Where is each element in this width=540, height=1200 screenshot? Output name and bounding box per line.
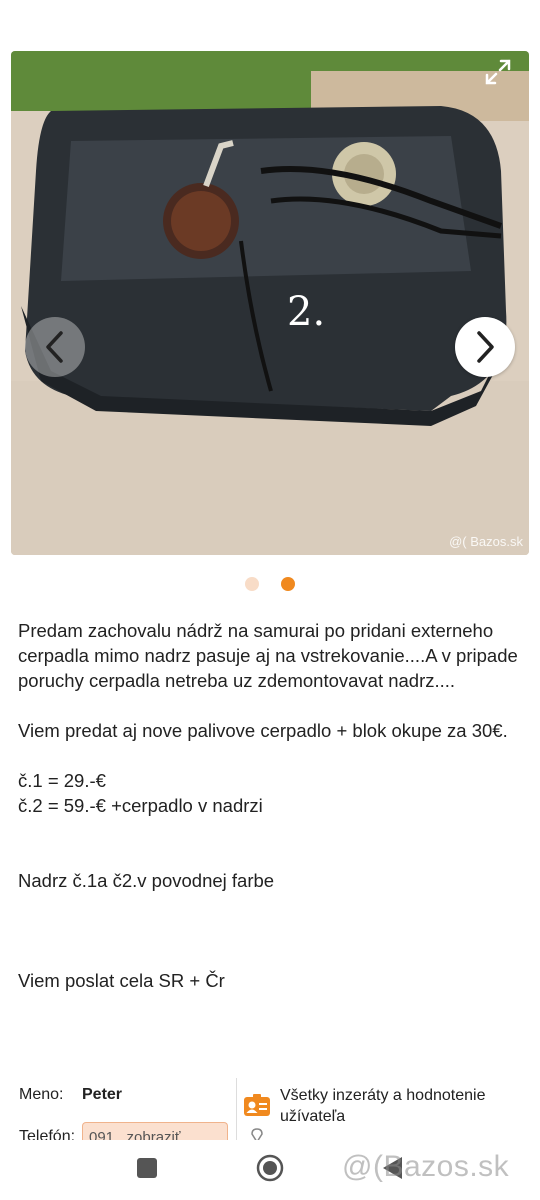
phone-reveal-field[interactable]: 091.. zobraziť	[82, 1122, 228, 1140]
user-card-icon[interactable]	[243, 1093, 271, 1117]
description-paragraph: Viem predat aj nove palivove cerpadlo + …	[18, 720, 508, 741]
next-photo-button[interactable]	[455, 317, 515, 377]
description-paragraph: Predam zachovalu nádrž na samurai po pri…	[18, 620, 518, 691]
top-bar	[0, 0, 540, 50]
photo-watermark: @( Bazos.sk	[449, 534, 523, 549]
description-paragraph: Viem poslat cela SR + Čr	[18, 970, 225, 991]
phone-label: Telefón:	[19, 1128, 76, 1140]
bazos-logo-watermark: @(Bazos.sk	[342, 1150, 510, 1183]
home-button[interactable]	[256, 1154, 284, 1182]
photo-gallery[interactable]: 2. @( Bazos.sk	[11, 51, 529, 555]
description-paragraph: Nadrz č.1a č2.v povodnej farbe	[18, 870, 275, 891]
location-pin-icon	[251, 1128, 263, 1140]
expand-icon[interactable]	[483, 57, 513, 87]
chevron-right-icon	[477, 331, 494, 363]
ad-description: Predam zachovalu nádrž na samurai po pri…	[18, 618, 524, 993]
previous-photo-button[interactable]	[25, 317, 85, 377]
recent-apps-button[interactable]	[137, 1158, 157, 1178]
gallery-pagination	[0, 577, 540, 591]
pagination-dot-2[interactable]	[281, 577, 295, 591]
seller-name: Peter	[82, 1086, 123, 1103]
all-ads-link[interactable]: Všetky inzeráty a hodnotenie užívateľa	[280, 1085, 520, 1127]
chevron-left-icon	[46, 331, 63, 363]
svg-text:2.: 2.	[287, 289, 325, 335]
divider	[236, 1078, 237, 1148]
description-prices: č.1 = 29.-€ č.2 = 59.-€ +cerpadlo v nadr…	[18, 770, 263, 816]
seller-name-label: Meno:	[19, 1086, 64, 1103]
pagination-dot-1[interactable]	[245, 577, 259, 591]
gallery-photo: 2.	[11, 51, 529, 555]
